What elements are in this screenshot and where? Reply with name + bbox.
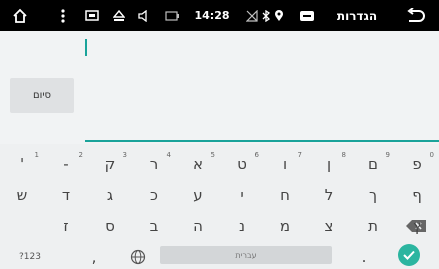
key-label: ד bbox=[61, 185, 71, 204]
signal-off-icon bbox=[244, 0, 260, 31]
key[interactable]: ס bbox=[88, 213, 132, 238]
key[interactable]: כ bbox=[132, 182, 176, 207]
battery-icon bbox=[164, 0, 180, 31]
text-cursor bbox=[85, 39, 87, 56]
key-label: ק bbox=[104, 154, 116, 173]
status-bar: 14:28 הגדרות bbox=[0, 0, 439, 31]
key[interactable]: ש bbox=[0, 182, 44, 207]
key-label: פ bbox=[412, 154, 422, 173]
key-label: א bbox=[192, 154, 204, 173]
key-label: ז bbox=[63, 216, 69, 235]
input-underline bbox=[85, 140, 439, 142]
key[interactable]: מ bbox=[263, 213, 307, 238]
key-label: ה bbox=[193, 216, 203, 235]
clock: 14:28 bbox=[191, 0, 233, 31]
space-key[interactable]: עברית bbox=[160, 246, 332, 264]
key-label: ץ bbox=[412, 216, 422, 235]
screenshot-icon[interactable] bbox=[84, 0, 100, 31]
key[interactable]: ג bbox=[88, 182, 132, 207]
key-label: ח bbox=[280, 185, 290, 204]
key-label: צ bbox=[324, 216, 334, 235]
key-label: ת bbox=[368, 216, 378, 235]
key-hint: 5 bbox=[210, 151, 215, 159]
key[interactable]: ל bbox=[307, 182, 351, 207]
key-label: כ bbox=[150, 185, 158, 204]
key-label: ' bbox=[19, 154, 25, 173]
key-label: ט bbox=[237, 154, 247, 173]
key[interactable]: ך bbox=[351, 182, 395, 207]
key[interactable]: א5 bbox=[176, 151, 220, 176]
key[interactable]: ף bbox=[395, 182, 439, 207]
more-vert-icon[interactable] bbox=[56, 0, 70, 31]
symbols-key[interactable]: ?123 bbox=[8, 244, 52, 269]
key-label: - bbox=[63, 154, 69, 173]
key-label: ס bbox=[105, 216, 115, 235]
page-title: הגדרות bbox=[326, 0, 388, 31]
key-label: נ bbox=[238, 216, 245, 235]
key[interactable]: ר4 bbox=[132, 151, 176, 176]
key[interactable]: -2 bbox=[44, 151, 88, 176]
eject-icon[interactable] bbox=[111, 0, 127, 31]
key[interactable]: ו7 bbox=[263, 151, 307, 176]
key-hint: 6 bbox=[254, 151, 259, 159]
globe-icon bbox=[130, 249, 146, 264]
home-icon[interactable] bbox=[0, 0, 40, 31]
key[interactable]: צ bbox=[307, 213, 351, 238]
key-hint: 0 bbox=[429, 151, 434, 159]
key[interactable]: ד bbox=[44, 182, 88, 207]
key-hint: 1 bbox=[34, 151, 39, 159]
key-label: ש bbox=[16, 185, 28, 204]
key-hint: 7 bbox=[297, 151, 302, 159]
key-label: ל bbox=[324, 185, 334, 204]
key[interactable]: ת bbox=[351, 213, 395, 238]
enter-key[interactable] bbox=[398, 244, 420, 266]
text-input-area[interactable]: סיום bbox=[0, 31, 439, 144]
key[interactable]: ם9 bbox=[351, 151, 395, 176]
volume-icon[interactable] bbox=[136, 0, 152, 31]
page-title-text: הגדרות bbox=[336, 8, 378, 23]
key-hint: 8 bbox=[341, 151, 346, 159]
key-hint: 4 bbox=[166, 151, 171, 159]
bluetooth-icon bbox=[259, 0, 273, 31]
key-hint: 9 bbox=[385, 151, 390, 159]
key-hint: 3 bbox=[122, 151, 127, 159]
language-key[interactable] bbox=[116, 244, 160, 269]
key-label: ו bbox=[282, 154, 288, 173]
key[interactable]: ב bbox=[132, 213, 176, 238]
key-label: ף bbox=[412, 185, 422, 204]
key-label: ב bbox=[149, 216, 159, 235]
back-icon[interactable] bbox=[396, 0, 436, 31]
clock-time: 14:28 bbox=[194, 9, 230, 22]
key[interactable]: ה bbox=[176, 213, 220, 238]
key[interactable]: ז bbox=[44, 213, 88, 238]
done-button[interactable]: סיום bbox=[10, 78, 74, 113]
key[interactable]: פ0 bbox=[395, 151, 439, 176]
keyboard: ?123 , עברית . פ 0 ם 9 ן 8 ו 7 ט 6 א 5 ר 4 ק 3-2 ' 1 ף ך ל ח י… bbox=[0, 144, 439, 269]
key[interactable]: ץ bbox=[395, 213, 439, 238]
key-label: מ bbox=[279, 216, 291, 235]
key-label: ם bbox=[368, 154, 378, 173]
key-label: ע bbox=[193, 185, 203, 204]
key-label: ן bbox=[326, 154, 332, 173]
check-icon bbox=[403, 250, 415, 260]
message-icon[interactable] bbox=[298, 0, 316, 31]
key[interactable]: ן8 bbox=[307, 151, 351, 176]
key[interactable]: ט6 bbox=[220, 151, 264, 176]
key[interactable]: י bbox=[220, 182, 264, 207]
key-label: ר bbox=[149, 154, 159, 173]
key[interactable]: ' 1 bbox=[0, 151, 44, 176]
key[interactable]: ק3 bbox=[88, 151, 132, 176]
key[interactable]: נ bbox=[220, 213, 264, 238]
location-icon bbox=[272, 0, 286, 31]
period-key[interactable]: . bbox=[342, 244, 386, 269]
key-label: ך bbox=[368, 185, 378, 204]
key[interactable]: ח bbox=[263, 182, 307, 207]
key[interactable]: ע bbox=[176, 182, 220, 207]
comma-key[interactable]: , bbox=[72, 244, 116, 269]
key-label: י bbox=[240, 185, 244, 204]
key-label: ג bbox=[106, 185, 114, 204]
key-hint: 2 bbox=[78, 151, 83, 159]
